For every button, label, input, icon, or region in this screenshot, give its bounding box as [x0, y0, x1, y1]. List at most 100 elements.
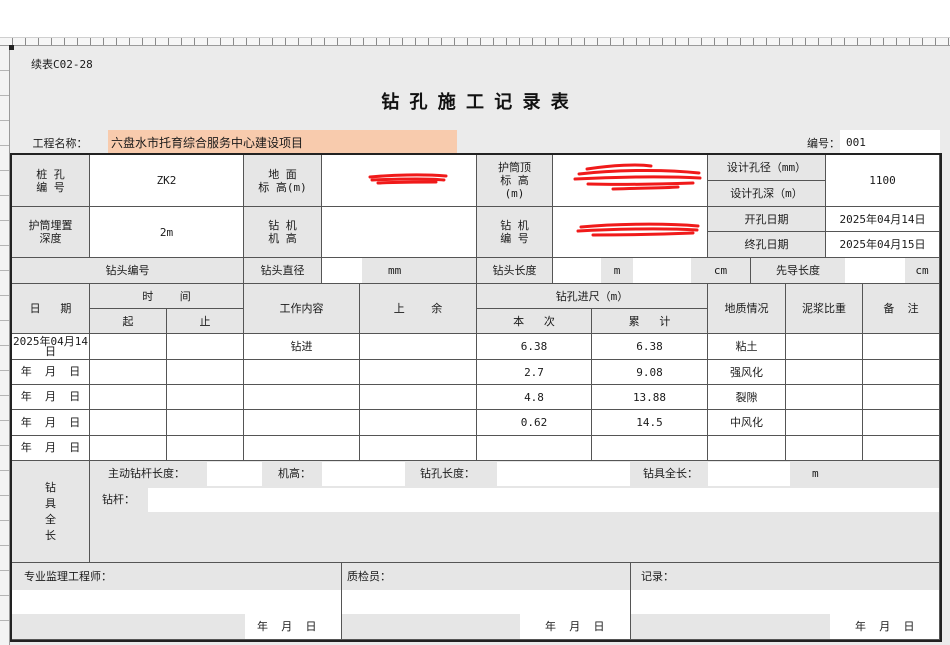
- end-date-cell[interactable]: 2025年04月15日: [826, 232, 940, 258]
- log-row-1-remark[interactable]: [863, 334, 940, 360]
- column-header-strip[interactable]: [0, 37, 950, 46]
- log-row-5-start[interactable]: [90, 436, 167, 461]
- form-code: 续表C02-28: [31, 58, 93, 71]
- header-time-start: 起: [90, 309, 167, 334]
- drilling-record-table: 桩 孔 编 号 ZK2 地 面 标 高(m) 护筒顶 标 高 (m) 设计孔径（…: [10, 153, 942, 642]
- tool-rig-height-input[interactable]: [322, 462, 405, 486]
- log-row-1-remain[interactable]: [360, 334, 477, 360]
- log-row-2-end[interactable]: [167, 360, 244, 385]
- log-row-3-start[interactable]: [90, 385, 167, 410]
- log-row-5-geology[interactable]: [708, 436, 786, 461]
- log-row-2-remark[interactable]: [863, 360, 940, 385]
- log-row-4-end[interactable]: [167, 410, 244, 436]
- log-row-5-mud[interactable]: [786, 436, 863, 461]
- log-row-2-this[interactable]: 2.7: [477, 360, 592, 385]
- log-row-2-mud[interactable]: [786, 360, 863, 385]
- start-date-label: 开孔日期: [708, 207, 826, 232]
- log-row-1-end[interactable]: [167, 334, 244, 360]
- log-row-2-date[interactable]: 年 月 日: [12, 360, 90, 385]
- log-row-1-total[interactable]: 6.38: [592, 334, 708, 360]
- rig-no-label: 钻 机 编 号: [477, 207, 553, 258]
- log-row-5-work[interactable]: [244, 436, 360, 461]
- pilot-length-input[interactable]: [845, 258, 905, 284]
- log-row-4-remark[interactable]: [863, 410, 940, 436]
- log-row-5-date[interactable]: 年 月 日: [12, 436, 90, 461]
- log-row-4-date[interactable]: 年 月 日: [12, 410, 90, 436]
- log-row-2-remain[interactable]: [360, 360, 477, 385]
- select-all-corner[interactable]: [9, 45, 14, 50]
- recorder-label: 记录：: [641, 570, 674, 583]
- header-time: 时 间: [90, 284, 244, 309]
- log-row-4-mud[interactable]: [786, 410, 863, 436]
- hole-length-input[interactable]: [497, 462, 630, 486]
- ground-elevation-cell[interactable]: [322, 155, 477, 207]
- log-row-3-this[interactable]: 4.8: [477, 385, 592, 410]
- log-row-5-this[interactable]: [477, 436, 592, 461]
- log-row-5-remain[interactable]: [360, 436, 477, 461]
- log-row-4-remain[interactable]: [360, 410, 477, 436]
- bit-length-cm-input[interactable]: [633, 258, 691, 284]
- log-row-3-date[interactable]: 年 月 日: [12, 385, 90, 410]
- inspector-signature-section: 质检员： 年 月 日: [342, 563, 631, 640]
- log-row-3-remain[interactable]: [360, 385, 477, 410]
- log-row-4-work[interactable]: [244, 410, 360, 436]
- log-row-3-geology[interactable]: 裂隙: [708, 385, 786, 410]
- pilot-length-unit: cm: [905, 258, 940, 284]
- header-footage-total: 累 计: [592, 309, 708, 334]
- log-row-3-end[interactable]: [167, 385, 244, 410]
- bit-length-m-input[interactable]: [553, 258, 601, 284]
- log-row-2-total[interactable]: 9.08: [592, 360, 708, 385]
- drill-rod-label: 钻杆：: [102, 493, 135, 506]
- log-row-5-remark[interactable]: [863, 436, 940, 461]
- header-footage: 钻孔进尺（m）: [477, 284, 708, 309]
- redaction-mark: [573, 163, 702, 191]
- rig-no-cell[interactable]: [553, 207, 708, 258]
- log-row-4-this[interactable]: 0.62: [477, 410, 592, 436]
- log-row-5-end[interactable]: [167, 436, 244, 461]
- header-remain: 上 余: [360, 284, 477, 334]
- inspector-signature-field[interactable]: [342, 590, 630, 614]
- log-row-1-geology[interactable]: 粘土: [708, 334, 786, 360]
- record-number-cell[interactable]: 001: [840, 130, 940, 155]
- log-row-1-work[interactable]: 钻进: [244, 334, 360, 360]
- log-row-3-total[interactable]: 13.88: [592, 385, 708, 410]
- log-row-2-work[interactable]: [244, 360, 360, 385]
- supervisor-signature-field[interactable]: [12, 590, 341, 614]
- log-row-1-mud[interactable]: [786, 334, 863, 360]
- tool-total-length-label: 钻具全长：: [643, 467, 698, 480]
- tool-total-length-input[interactable]: [708, 462, 790, 486]
- log-row-4-start[interactable]: [90, 410, 167, 436]
- record-number-label: 编号：: [807, 136, 840, 150]
- log-row-3-work[interactable]: [244, 385, 360, 410]
- kelly-length-input[interactable]: [207, 462, 262, 486]
- log-row-2-geology[interactable]: 强风化: [708, 360, 786, 385]
- log-row-4-geology[interactable]: 中风化: [708, 410, 786, 436]
- start-date-cell[interactable]: 2025年04月14日: [826, 207, 940, 232]
- row-header-strip[interactable]: [0, 46, 10, 645]
- design-depth-label: 设计孔深（m）: [708, 181, 826, 207]
- log-row-4-total[interactable]: 14.5: [592, 410, 708, 436]
- inspector-date-field[interactable]: 年 月 日: [520, 614, 630, 639]
- log-row-2-start[interactable]: [90, 360, 167, 385]
- supervisor-signature-section: 专业监理工程师： 年 月 日: [12, 563, 342, 640]
- log-row-5-total[interactable]: [592, 436, 708, 461]
- design-value-cell[interactable]: 1100: [826, 155, 940, 207]
- pile-no-cell[interactable]: ZK2: [90, 155, 244, 207]
- log-row-3-mud[interactable]: [786, 385, 863, 410]
- supervisor-date-field[interactable]: 年 月 日: [245, 614, 341, 639]
- log-row-1-start[interactable]: [90, 334, 167, 360]
- log-row-3-remark[interactable]: [863, 385, 940, 410]
- drill-rod-input[interactable]: [148, 488, 939, 512]
- casing-top-elevation-cell[interactable]: [553, 155, 708, 207]
- project-name-cell[interactable]: 六盘水市托育综合服务中心建设项目: [108, 130, 457, 155]
- log-row-1-date[interactable]: 2025年04月14日: [12, 334, 90, 360]
- header-work: 工作内容: [244, 284, 360, 334]
- log-row-1-this[interactable]: 6.38: [477, 334, 592, 360]
- project-name-label: 工程名称：: [32, 136, 88, 150]
- recorder-date-field[interactable]: 年 月 日: [830, 614, 939, 639]
- rig-height-cell[interactable]: [322, 207, 477, 258]
- recorder-signature-field[interactable]: [631, 590, 939, 614]
- drill-tool-panel: 主动钻杆长度： 机高： 钻孔长度： 钻具全长： m 钻杆：: [90, 461, 940, 563]
- bit-diameter-input[interactable]: [322, 258, 362, 284]
- casing-depth-cell[interactable]: 2m: [90, 207, 244, 258]
